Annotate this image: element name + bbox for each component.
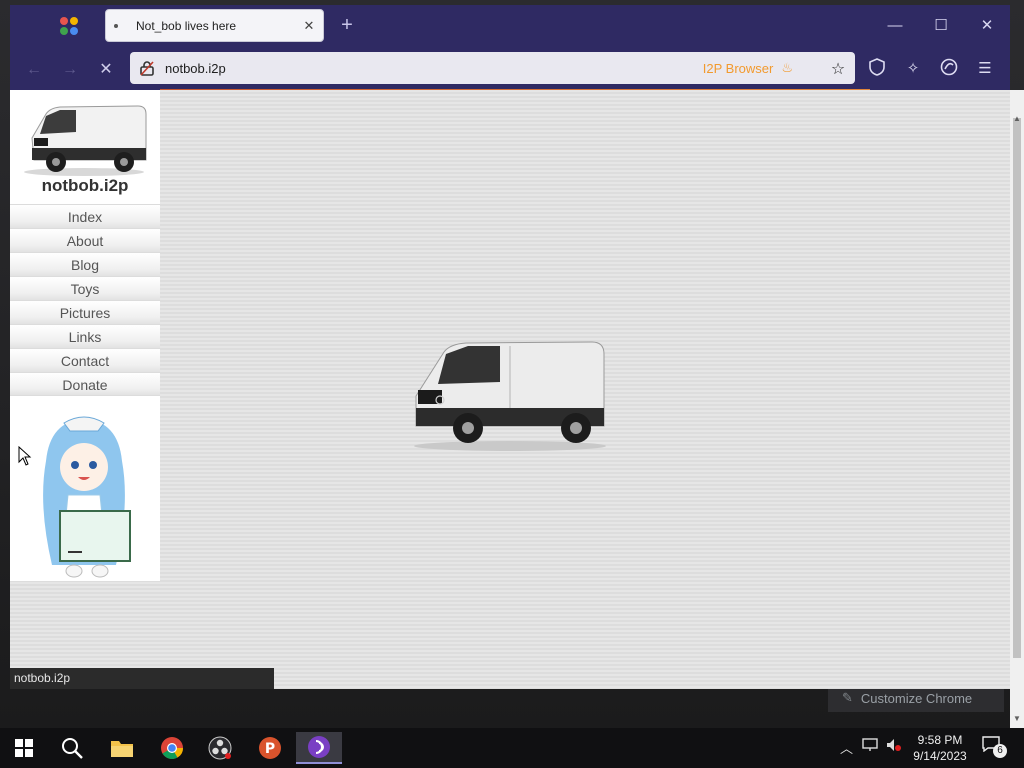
chrome-icon[interactable]	[152, 732, 192, 764]
tab-active[interactable]: Not_bob lives here ✕	[105, 9, 324, 42]
menu-item-toys[interactable]: Toys	[10, 276, 160, 300]
browser-window: Not_bob lives here ✕ + — ☐ ✕ ← → ✕ notbo…	[10, 5, 1010, 689]
file-explorer-icon[interactable]	[102, 732, 142, 764]
close-window-button[interactable]: ✕	[976, 16, 998, 36]
menu-item-donate[interactable]: Donate	[10, 372, 160, 396]
volume-muted-icon[interactable]	[886, 738, 902, 755]
taskbar: P ︿ 9:58 PM 9/14/2023 6	[0, 728, 1024, 768]
customize-chrome-label: Customize Chrome	[860, 690, 973, 706]
van-logo-image	[24, 105, 147, 176]
new-tab-button[interactable]: +	[337, 15, 357, 35]
i2p-browser-badge[interactable]: I2P Browser	[703, 61, 774, 76]
tab-close-icon[interactable]: ✕	[299, 18, 319, 34]
notification-count-badge: 6	[993, 744, 1007, 758]
windows-start-icon[interactable]	[4, 732, 44, 764]
app-p-icon[interactable]: P	[250, 732, 290, 764]
menu-item-index[interactable]: Index	[10, 204, 160, 228]
tab-bar: Not_bob lives here ✕ + — ☐ ✕	[10, 5, 1010, 48]
svg-text:P: P	[265, 741, 275, 757]
taskbar-clock[interactable]: 9:58 PM 9/14/2023	[904, 732, 976, 764]
url-text: notbob.i2p	[165, 60, 226, 76]
menu-item-pictures[interactable]: Pictures	[10, 300, 160, 324]
maximize-button[interactable]: ☐	[930, 16, 952, 36]
mouse-cursor-icon	[18, 446, 32, 466]
menu-item-contact[interactable]: Contact	[10, 348, 160, 372]
van-hero-image	[414, 341, 606, 451]
magic-wand-icon[interactable]: ✧	[902, 58, 924, 80]
i2p-router-icon[interactable]	[938, 58, 960, 80]
i2p-browser-taskbar-icon[interactable]	[296, 732, 342, 764]
menu-item-about[interactable]: About	[10, 228, 160, 252]
sidebar: notbob.i2p Index About Blog Toys Picture…	[10, 90, 160, 581]
scrollbar-thumb[interactable]	[1013, 118, 1021, 658]
menu-item-blog[interactable]: Blog	[10, 252, 160, 276]
forward-button[interactable]: →	[60, 60, 80, 80]
apps-icon[interactable]	[60, 17, 78, 35]
stop-loading-button[interactable]: ✕	[96, 60, 116, 80]
site-menu: Index About Blog Toys Pictures Links Con…	[10, 204, 160, 396]
page-content: notbob.i2p Index About Blog Toys Picture…	[10, 90, 1010, 689]
pencil-icon: ✎	[842, 690, 853, 705]
site-title: notbob.i2p	[41, 176, 129, 195]
menu-icon[interactable]: ☰	[974, 58, 996, 80]
status-bar-url: notbob.i2p	[10, 668, 274, 689]
tab-title: Not_bob lives here	[136, 18, 237, 33]
minimize-button[interactable]: —	[884, 16, 906, 36]
bookmark-star-icon[interactable]: ☆	[828, 60, 848, 80]
menu-item-links[interactable]: Links	[10, 324, 160, 348]
obs-studio-icon[interactable]	[200, 732, 240, 764]
clock-time: 9:58 PM	[917, 733, 963, 747]
scroll-up-arrow-icon[interactable]: ▲	[1010, 112, 1024, 126]
tab-loading-icon	[114, 23, 118, 28]
network-icon[interactable]	[862, 738, 878, 755]
notifications-icon[interactable]: 6	[982, 736, 1008, 758]
nav-toolbar: ← → ✕ notbob.i2p I2P Browser ♨ ☆	[10, 48, 1010, 90]
back-button[interactable]: ←	[24, 60, 44, 80]
shield-icon[interactable]	[866, 58, 888, 80]
search-icon[interactable]	[52, 732, 92, 764]
show-hidden-icons-icon[interactable]: ︿	[840, 738, 853, 757]
i2p-badge-icon: ♨	[781, 60, 793, 75]
site-info-icon[interactable]	[139, 60, 155, 76]
address-bar[interactable]: notbob.i2p I2P Browser ♨	[130, 52, 855, 84]
scroll-down-arrow-icon[interactable]: ▼	[1010, 712, 1024, 726]
mascot-image	[43, 416, 131, 578]
clock-date: 9/14/2023	[913, 749, 967, 763]
